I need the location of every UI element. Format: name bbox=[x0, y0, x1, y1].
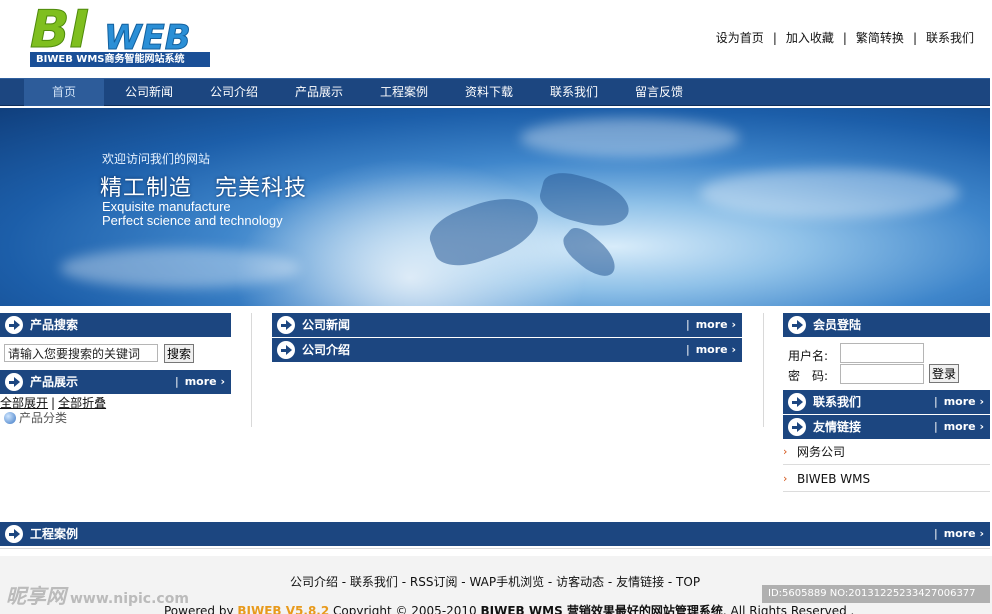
product-search-header: 产品搜索 bbox=[0, 313, 231, 337]
password-label: 密 码: bbox=[788, 369, 829, 383]
section-title: 公司新闻 bbox=[302, 318, 351, 332]
copyright-mid: Copyright © 2005-2010 bbox=[329, 604, 481, 614]
separator: | bbox=[51, 396, 56, 410]
copyright-product: BIWEB WMS 营销效果最好的网站管理系统 bbox=[480, 604, 723, 614]
watermark-url: www.nipic.com bbox=[70, 591, 189, 607]
nav-item-downloads[interactable]: 资料下载 bbox=[452, 79, 526, 106]
more-link[interactable]: more › bbox=[686, 338, 736, 362]
nav-item-home[interactable]: 首页 bbox=[24, 79, 104, 106]
column-divider bbox=[763, 313, 764, 427]
arrow-right-icon bbox=[788, 316, 806, 334]
hero-banner: 欢迎访问我们的网站 精工制造 完美科技 Exquisite manufactur… bbox=[0, 108, 990, 306]
brand-link[interactable]: BIWEB V5.8.2 bbox=[237, 604, 329, 614]
copyright-suffix: . All Rights Reserved . bbox=[722, 604, 855, 614]
search-button[interactable]: 搜索 bbox=[164, 344, 194, 363]
top-links: 设为首页 | 加入收藏 | 繁简转换 | 联系我们 bbox=[716, 29, 974, 46]
arrow-right-icon bbox=[277, 341, 295, 359]
product-category-node[interactable]: 产品分类 bbox=[4, 409, 67, 426]
watermark-text: 昵享网 bbox=[6, 584, 66, 608]
arrow-right-icon bbox=[277, 316, 295, 334]
nav-item-company-intro[interactable]: 公司介绍 bbox=[197, 79, 271, 106]
username-label: 用户名: bbox=[788, 349, 829, 363]
company-news-header: 公司新闻 more › bbox=[272, 313, 742, 337]
contact-us-header: 联系我们 more › bbox=[783, 390, 990, 414]
footer-divider bbox=[0, 548, 990, 549]
banner-cloud bbox=[700, 168, 960, 218]
member-login-header: 会员登陆 bbox=[783, 313, 990, 337]
nav-item-contact[interactable]: 联系我们 bbox=[537, 79, 611, 106]
banner-welcome-text: 欢迎访问我们的网站 bbox=[102, 152, 211, 166]
page: BI WEB BIWEB WMS商务智能网站系统 设为首页 | 加入收藏 | 繁简转换 |… bbox=[0, 0, 992, 614]
collapse-all-link[interactable]: 全部折叠 bbox=[58, 396, 106, 410]
footer-link-visitors[interactable]: 访客动态 bbox=[556, 575, 604, 589]
more-link[interactable]: more › bbox=[175, 370, 225, 394]
site-watermark: 昵享网 www.nipic.com bbox=[6, 580, 189, 609]
nav-item-company-news[interactable]: 公司新闻 bbox=[112, 79, 186, 106]
product-category-label: 产品分类 bbox=[19, 411, 68, 425]
logo-bi-text: BI bbox=[30, 0, 90, 61]
set-homepage-link[interactable]: 设为首页 bbox=[716, 31, 764, 45]
section-title: 产品展示 bbox=[30, 375, 79, 389]
login-button[interactable]: 登录 bbox=[929, 364, 959, 383]
footer-link-contact[interactable]: 联系我们 bbox=[350, 575, 398, 589]
arrow-right-icon bbox=[5, 316, 23, 334]
more-link[interactable]: more › bbox=[934, 415, 984, 439]
site-logo[interactable]: BI WEB BIWEB WMS商务智能网站系统 bbox=[30, 0, 212, 68]
banner-title: 精工制造 完美科技 bbox=[100, 176, 308, 201]
footer-link-rss[interactable]: RSS订阅 bbox=[410, 575, 458, 589]
company-intro-header: 公司介绍 more › bbox=[272, 338, 742, 362]
footer-link-wap[interactable]: WAP手机浏览 bbox=[469, 575, 544, 589]
friend-link-item[interactable]: 网务公司 bbox=[783, 439, 990, 465]
column-divider bbox=[251, 313, 252, 427]
footer-link-friend-links[interactable]: 友情链接 bbox=[616, 575, 664, 589]
arrow-right-icon bbox=[5, 373, 23, 391]
section-title: 工程案例 bbox=[30, 527, 79, 541]
footer-link-top[interactable]: TOP bbox=[676, 575, 700, 589]
projects-header: 工程案例 more › bbox=[0, 522, 990, 546]
separator: | bbox=[842, 31, 847, 45]
more-link[interactable]: more › bbox=[934, 390, 984, 414]
banner-cloud bbox=[520, 118, 740, 158]
separator: | bbox=[772, 31, 777, 45]
section-title: 公司介绍 bbox=[302, 343, 351, 357]
nav-item-guestbook[interactable]: 留言反馈 bbox=[622, 79, 696, 106]
expand-all-link[interactable]: 全部展开 bbox=[0, 396, 48, 410]
section-title: 会员登陆 bbox=[813, 318, 862, 332]
globe-icon bbox=[4, 412, 16, 424]
more-link[interactable]: more › bbox=[686, 313, 736, 337]
username-input[interactable] bbox=[840, 343, 924, 363]
copyright-text: Powered by BIWEB V5.8.2 Copyright © 2005… bbox=[164, 602, 854, 614]
add-favorite-link[interactable]: 加入收藏 bbox=[786, 31, 834, 45]
main-nav: 首页 公司新闻 公司介绍 产品展示 工程案例 资料下载 联系我们 留言反馈 bbox=[0, 78, 990, 106]
arrow-right-icon bbox=[788, 418, 806, 436]
product-search-input[interactable] bbox=[4, 344, 158, 362]
more-link[interactable]: more › bbox=[934, 522, 984, 546]
logo-tagline: BIWEB WMS商务智能网站系统 bbox=[30, 52, 210, 67]
image-id-tag: ID:5605889 NO:20131225233427006377 bbox=[762, 585, 990, 603]
contact-us-link[interactable]: 联系我们 bbox=[926, 31, 974, 45]
section-title: 友情链接 bbox=[813, 420, 862, 434]
nav-item-projects[interactable]: 工程案例 bbox=[367, 79, 441, 106]
friend-links-header: 友情链接 more › bbox=[783, 415, 990, 439]
banner-english-line-2: Perfect science and technology bbox=[102, 213, 283, 228]
password-input[interactable] bbox=[840, 364, 924, 384]
product-show-header: 产品展示 more › bbox=[0, 370, 231, 394]
arrow-right-icon bbox=[5, 525, 23, 543]
banner-english-line-1: Exquisite manufacture bbox=[102, 199, 231, 214]
traditional-simplified-link[interactable]: 繁简转换 bbox=[856, 31, 904, 45]
banner-cloud bbox=[60, 248, 300, 288]
footer-link-company-intro[interactable]: 公司介绍 bbox=[290, 575, 338, 589]
section-title: 联系我们 bbox=[813, 395, 862, 409]
arrow-right-icon bbox=[788, 393, 806, 411]
section-title: 产品搜索 bbox=[30, 318, 79, 332]
separator: | bbox=[912, 31, 917, 45]
friend-link-item[interactable]: BIWEB WMS bbox=[783, 466, 990, 492]
nav-item-products[interactable]: 产品展示 bbox=[282, 79, 356, 106]
